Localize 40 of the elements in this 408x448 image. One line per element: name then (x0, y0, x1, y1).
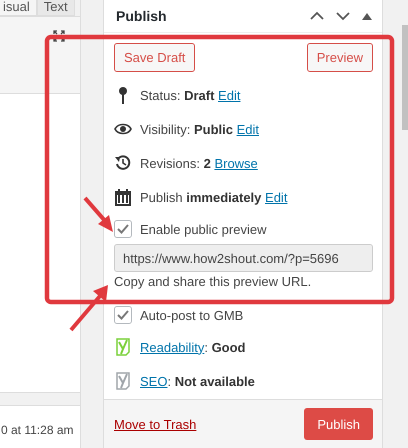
meta-text: Revisions: 2 Browse (140, 156, 258, 170)
score-link[interactable]: Readability (140, 340, 204, 354)
editor-tab[interactable]: Text (36, 0, 75, 16)
collapse-icon[interactable] (362, 12, 372, 20)
meta-link[interactable]: Edit (265, 190, 288, 204)
calendar-icon (114, 188, 132, 206)
meta-text: Visibility: Public Edit (140, 122, 259, 136)
preview-url-field[interactable]: https://www.how2shout.com/?p=5696 (114, 244, 373, 272)
preview-url-note: Copy and share this preview URL. (114, 274, 312, 291)
checkbox[interactable] (114, 306, 132, 324)
editor-content-area[interactable] (0, 94, 80, 393)
checkbox[interactable] (114, 220, 132, 238)
arrow (69, 285, 108, 332)
checkbox-label: Enable public preview (140, 222, 266, 236)
meta-text: Status: Draft Edit (140, 88, 240, 102)
meta-text: Publish immediately Edit (140, 190, 288, 204)
history-icon (114, 155, 132, 171)
chevron-down-icon[interactable] (336, 11, 350, 21)
timestamp: 0 at 11:28 am (1, 423, 74, 437)
score-text: SEO: Not available (140, 374, 255, 388)
meta-link[interactable]: Edit (218, 88, 240, 102)
meta-link[interactable]: Browse (214, 156, 258, 170)
scrollbar[interactable] (402, 25, 408, 130)
eye-icon (114, 123, 132, 135)
publish-button[interactable]: Publish (304, 408, 373, 440)
checkbox-label: Auto-post to GMB (140, 308, 244, 322)
score-link[interactable]: SEO (140, 374, 168, 388)
preview-button[interactable]: Preview (306, 43, 373, 72)
editor-tab[interactable]: isual (0, 0, 37, 16)
pin-icon (118, 86, 128, 104)
save-draft-button[interactable]: Save Draft (114, 43, 196, 72)
move-to-trash-link[interactable]: Move to Trash (114, 416, 196, 432)
panel-title: Publish (116, 8, 167, 24)
fullscreen-icon[interactable] (53, 30, 65, 42)
score-text: Readability: Good (140, 340, 246, 354)
checkmark-icon (117, 310, 129, 320)
meta-link[interactable]: Edit (236, 122, 259, 136)
checkmark-icon (117, 224, 129, 234)
arrow (84, 196, 113, 232)
chevron-up-icon[interactable] (310, 11, 324, 21)
